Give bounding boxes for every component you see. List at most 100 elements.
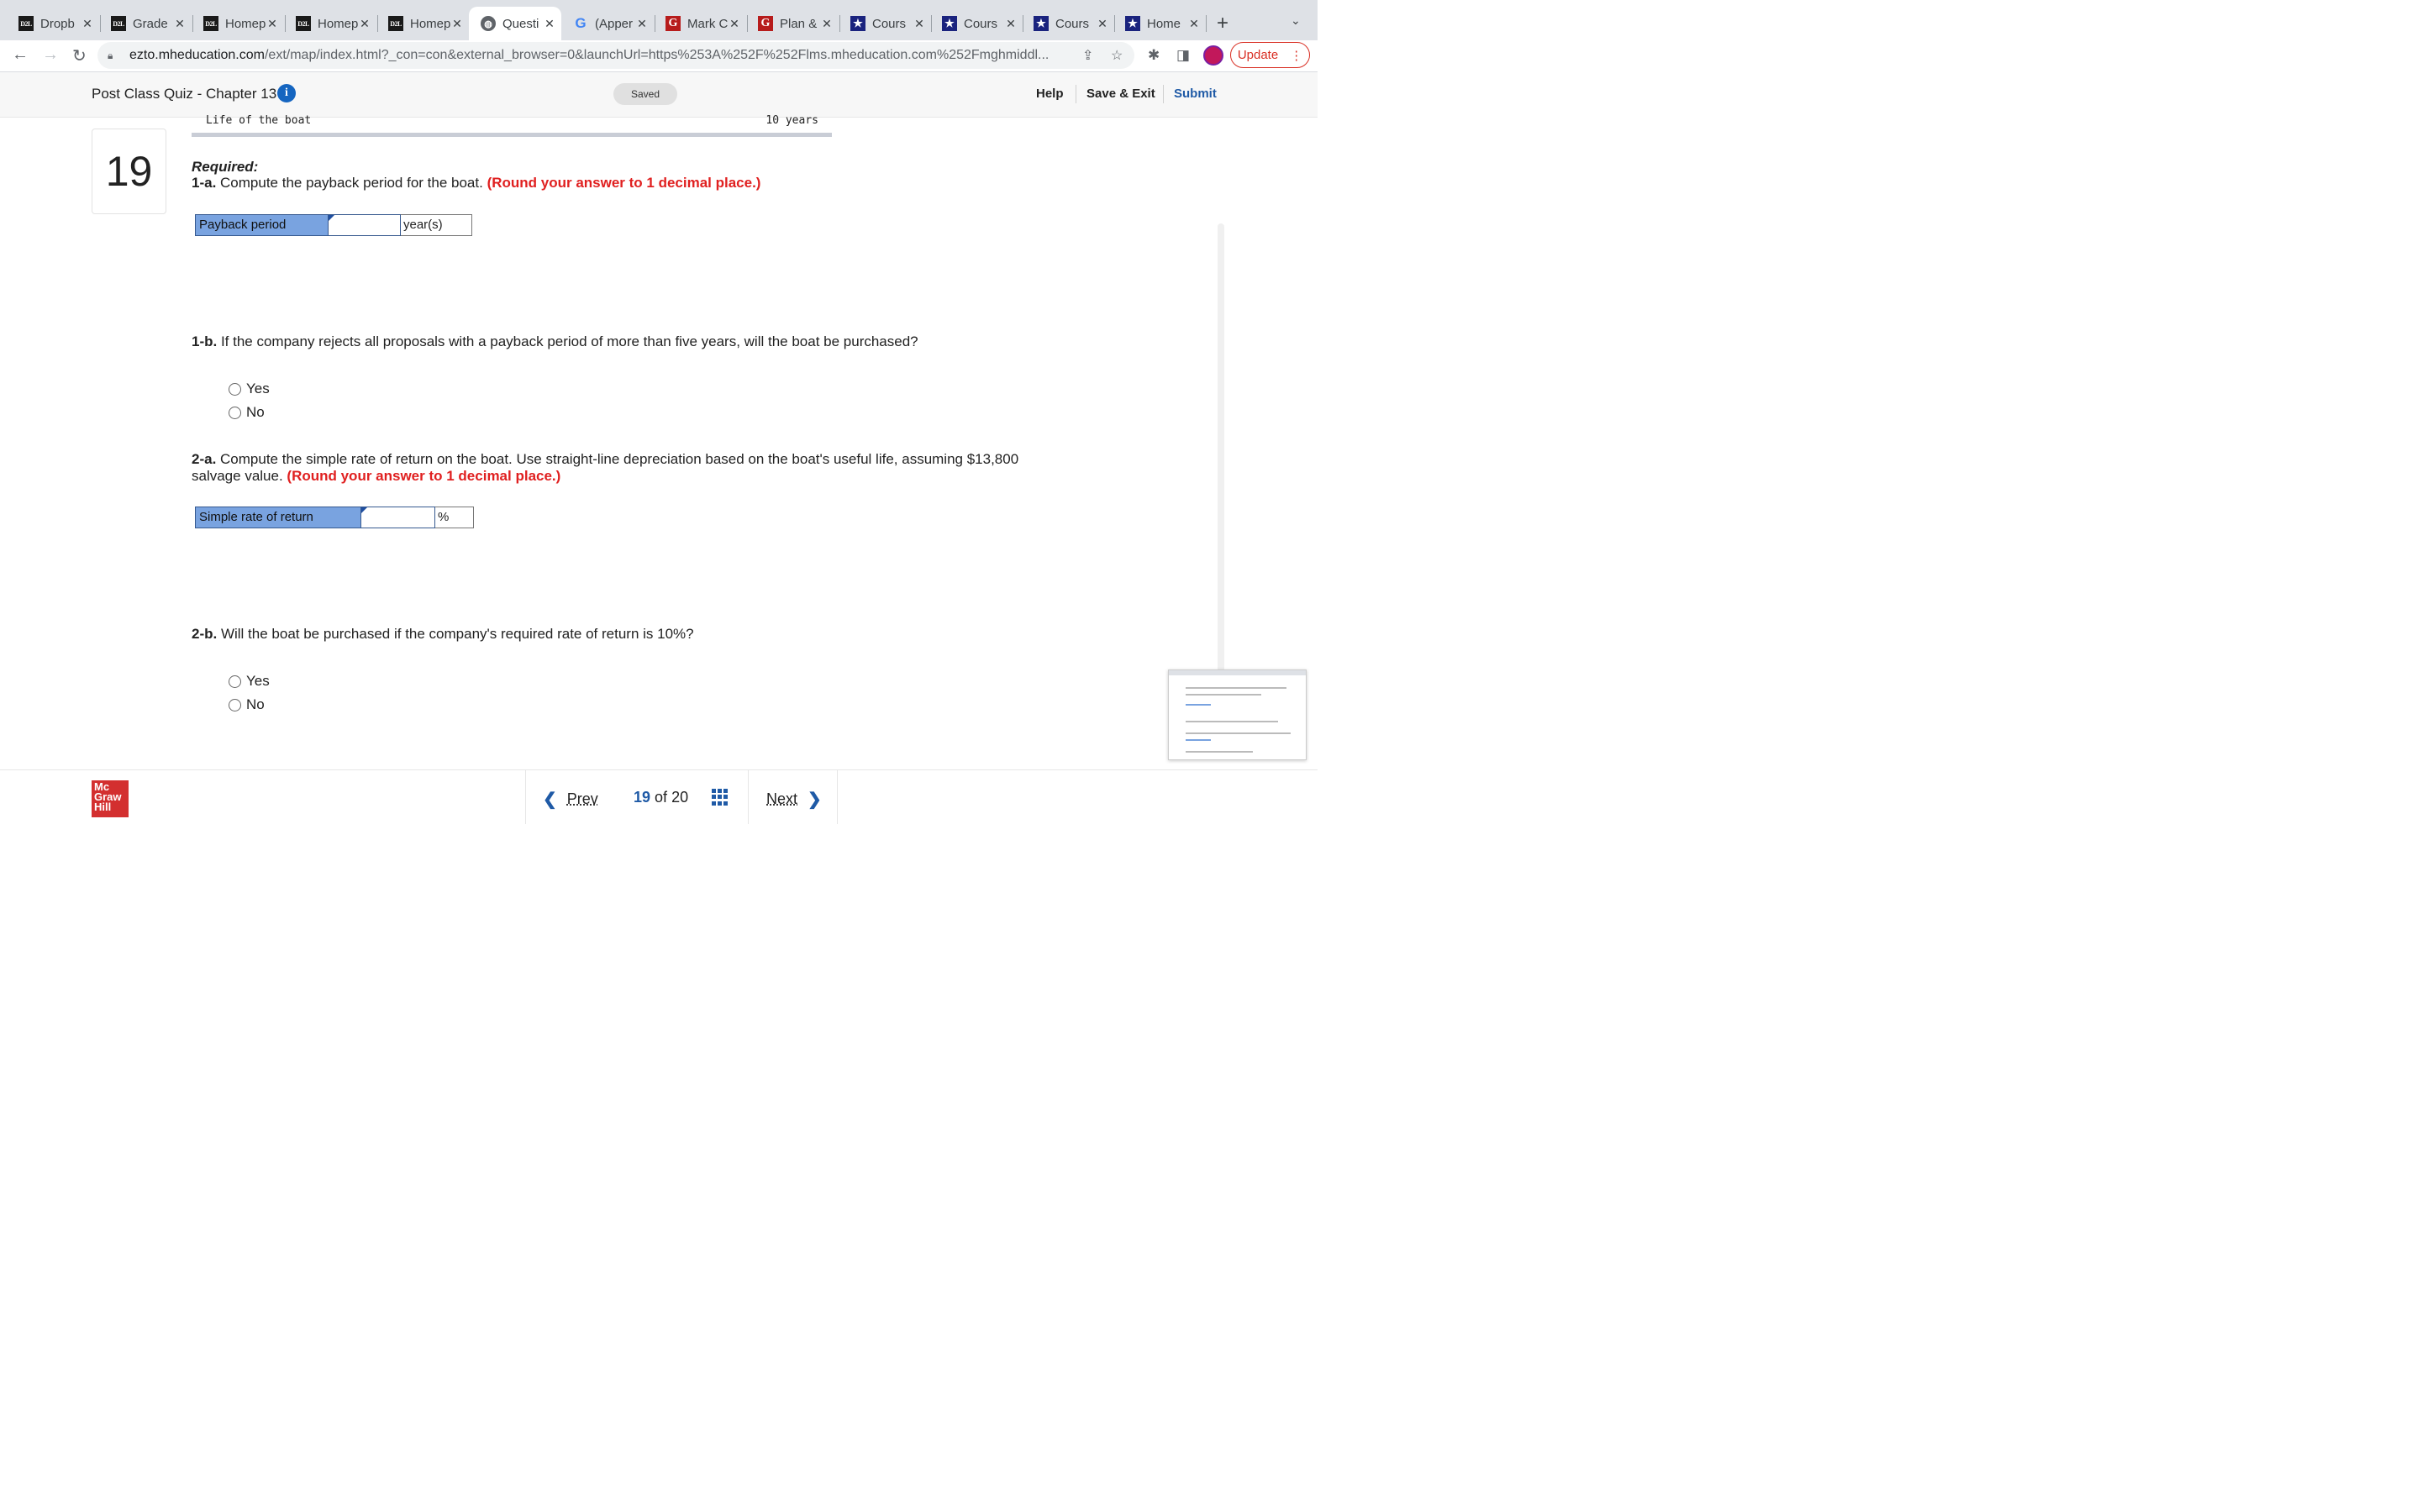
radio-circle-icon[interactable] (229, 406, 241, 419)
star-icon: ★ (1034, 16, 1049, 31)
prev-button[interactable]: ❮ Prev (543, 789, 598, 810)
browser-tab[interactable]: D2L Dropb ✕ (7, 7, 99, 40)
extensions-puzzle-icon[interactable]: ✱ (1148, 47, 1160, 64)
screenshot-thumbnail-preview[interactable] (1168, 669, 1307, 760)
browser-tab[interactable]: ★ Home ✕ (1113, 7, 1206, 40)
prev-label: Prev (566, 790, 598, 807)
tab-label: Mark C (687, 16, 728, 31)
reload-icon[interactable]: ↻ (72, 45, 87, 66)
part-text: If the company rejects all proposals wit… (217, 333, 918, 349)
close-icon[interactable]: ✕ (450, 17, 464, 31)
quiz-header: Post Class Quiz - Chapter 13 i Saved Hel… (0, 72, 1318, 118)
close-icon[interactable]: ✕ (913, 17, 926, 31)
tab-label: Cours (1055, 16, 1090, 31)
d2l-favicon-icon: D2L (203, 16, 218, 31)
browser-tab[interactable]: D2L Homep ✕ (192, 7, 284, 40)
browser-tab[interactable]: D2L Homep ✕ (284, 7, 376, 40)
side-panel-icon[interactable]: ◨ (1176, 47, 1190, 64)
close-icon[interactable]: ✕ (81, 17, 94, 31)
back-arrow-icon[interactable]: ← (12, 45, 29, 65)
info-icon[interactable]: i (277, 84, 296, 102)
saved-status-badge: Saved (613, 83, 677, 105)
radio-label: Yes (246, 673, 270, 689)
close-icon[interactable]: ✕ (1004, 17, 1018, 31)
quiz-title: Post Class Quiz - Chapter 13 (92, 86, 277, 102)
table-row-label: Life of the boat (206, 114, 312, 127)
share-icon[interactable]: ⇪ (1082, 47, 1093, 64)
tab-label: Plan & (780, 16, 818, 31)
radio-2b-yes[interactable]: Yes (229, 673, 270, 690)
close-icon[interactable]: ✕ (635, 17, 649, 31)
chevron-down-icon[interactable]: ⌄ (1291, 13, 1301, 28)
help-link[interactable]: Help (1036, 87, 1064, 101)
browser-tab[interactable]: G Plan & ✕ (746, 7, 839, 40)
payback-label: Payback period (195, 214, 329, 236)
browser-tab[interactable]: ★ Cours ✕ (1022, 7, 1114, 40)
next-button[interactable]: Next ❯ (766, 789, 822, 810)
radio-2b-no[interactable]: No (229, 696, 265, 713)
close-icon[interactable]: ✕ (728, 17, 741, 31)
new-tab-icon[interactable]: + (1217, 12, 1228, 35)
star-icon: ★ (1125, 16, 1140, 31)
question-2b: 2-b. Will the boat be purchased if the c… (192, 626, 1032, 643)
browser-tab[interactable]: G Mark C ✕ (654, 7, 746, 40)
update-button[interactable]: Update ⋮ (1230, 42, 1310, 68)
update-label: Update (1237, 48, 1279, 62)
tab-label: (Apper (595, 16, 634, 31)
close-icon[interactable]: ✕ (820, 17, 834, 31)
radio-1b-no[interactable]: No (229, 404, 265, 421)
d2l-favicon-icon: D2L (111, 16, 126, 31)
question-grid-icon[interactable] (712, 789, 729, 806)
srr-unit: % (435, 507, 474, 528)
gradebook-icon: G (758, 16, 773, 31)
star-icon: ★ (850, 16, 865, 31)
kebab-menu-icon: ⋮ (1290, 48, 1303, 63)
google-icon: G (575, 15, 587, 31)
question-2a: 2-a. Compute the simple rate of return o… (192, 451, 1040, 485)
rounding-hint: (Round your answer to 1 decimal place.) (487, 175, 761, 191)
radio-circle-icon[interactable] (229, 675, 241, 688)
of-label: of (655, 789, 668, 806)
address-bar[interactable]: 🔒︎ ezto.mheducation.com /ext/map/index.h… (97, 42, 1134, 69)
close-icon[interactable]: ✕ (266, 17, 279, 31)
save-exit-link[interactable]: Save & Exit (1086, 87, 1155, 101)
close-icon[interactable]: ✕ (1187, 17, 1201, 31)
lock-icon: 🔒︎ (108, 49, 113, 61)
next-label: Next (766, 790, 798, 807)
browser-tab[interactable]: ★ Cours ✕ (839, 7, 931, 40)
srr-input[interactable] (361, 507, 435, 528)
payback-input[interactable] (329, 214, 401, 236)
profile-avatar[interactable] (1203, 45, 1223, 66)
scrollbar[interactable] (1218, 223, 1224, 677)
browser-toolbar: ← → ↻ 🔒︎ ezto.mheducation.com /ext/map/i… (0, 40, 1318, 72)
radio-circle-icon[interactable] (229, 698, 241, 711)
star-icon: ★ (942, 16, 957, 31)
chevron-left-icon: ❮ (543, 790, 557, 809)
part-text: Compute the simple rate of return on the… (216, 451, 1019, 467)
payback-answer-table: Payback period year(s) (195, 214, 472, 236)
question-1b: 1-b. If the company rejects all proposal… (192, 333, 1032, 350)
radio-1b-yes[interactable]: Yes (229, 381, 270, 397)
tab-label: Home (1147, 16, 1181, 31)
quiz-footer: Mc Graw Hill ❮ Prev 19 of 20 Next ❯ (0, 769, 1318, 824)
bookmark-star-icon[interactable]: ☆ (1111, 47, 1123, 64)
current-question: 19 (634, 789, 651, 806)
tab-label: Cours (964, 16, 998, 31)
browser-tab[interactable]: ★ Cours ✕ (930, 7, 1023, 40)
radio-circle-icon[interactable] (229, 382, 241, 396)
forward-arrow-icon[interactable]: → (42, 45, 59, 65)
browser-tab[interactable]: G (Apper ✕ (561, 7, 654, 40)
tab-label: Dropb (40, 16, 75, 31)
close-icon[interactable]: ✕ (358, 17, 371, 31)
close-icon[interactable]: ✕ (173, 17, 187, 31)
part-prefix: 2-a. (192, 451, 217, 467)
srr-answer-table: Simple rate of return % (195, 507, 474, 528)
close-icon[interactable]: ✕ (1096, 17, 1109, 31)
rounding-hint: (Round your answer to 1 decimal place.) (287, 468, 561, 484)
browser-tab-active[interactable]: ◍ Questi ✕ (469, 7, 561, 40)
browser-tab[interactable]: D2L Grade ✕ (99, 7, 192, 40)
close-icon[interactable]: ✕ (543, 17, 556, 31)
submit-link[interactable]: Submit (1174, 87, 1217, 101)
question-1a: 1-a. Compute the payback period for the … (192, 175, 1032, 192)
browser-tab[interactable]: D2L Homep ✕ (376, 7, 469, 40)
